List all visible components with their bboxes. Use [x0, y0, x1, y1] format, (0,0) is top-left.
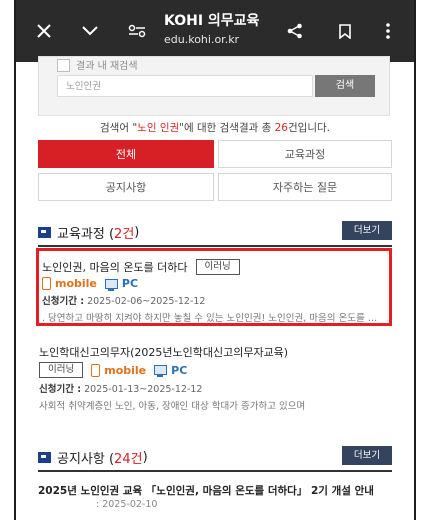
- pc-badge: PC: [104, 277, 139, 291]
- courses-title-text: 교육과정 (: [57, 227, 115, 242]
- courses-title-close: ): [134, 225, 140, 240]
- courses-divider: [38, 245, 392, 247]
- elearning-tag: 이러닝: [39, 362, 84, 378]
- summary-prefix: 검색어 ": [100, 122, 138, 134]
- platform-badges: mobile PC: [42, 277, 389, 291]
- search-input[interactable]: 노인인권: [57, 75, 313, 97]
- pc-label: PC: [121, 277, 139, 290]
- course-desc: 사회적 취약계층인 노인, 아동, 장애인 대상 학대가 증가하고 있으며: [39, 401, 306, 412]
- course-desc: . 당연하고 마땅히 지켜야 하지만 놓칠 수 있는 노인인권! 노인인권, 마…: [42, 313, 386, 324]
- course-title[interactable]: 노인인권, 마음의 온도를 더하다: [42, 259, 188, 275]
- notice-title[interactable]: 2025년 노인인권 교육 「노인인권, 마음의 온도를 더하다」 2기 개설 …: [38, 484, 394, 498]
- url-text[interactable]: edu.kohi.or.kr: [164, 33, 239, 46]
- page-content: 결과 내 재검색 노인인권 검색 검색어 "노인 인권"에 대한 검색결과 총 …: [16, 56, 414, 520]
- tab-notices[interactable]: 공지사항: [38, 173, 214, 201]
- summary-middle: "에 대한 검색결과 총: [179, 122, 275, 134]
- mobile-icon: [42, 277, 51, 290]
- more-menu-icon[interactable]: [380, 17, 396, 45]
- course-period: 신청기간 : 2025-01-13~2025-12-12: [39, 381, 395, 395]
- result-summary: 검색어 "노인 인권"에 대한 검색결과 총 26건입니다.: [16, 120, 414, 135]
- notices-title-close: ): [142, 450, 148, 465]
- course-item[interactable]: 노인인권, 마음의 온도를 더하다 이러닝 mobile PC 신청기간 : 2…: [36, 248, 392, 326]
- period-label: 신청기간 :: [39, 384, 82, 395]
- pc-icon: [104, 278, 118, 291]
- research-within-label: 결과 내 재검색: [76, 61, 138, 72]
- notices-more-button[interactable]: 더보기: [342, 446, 392, 465]
- course-item[interactable]: 노인학대신고의무자(2025년노인학대신고의무자교육) 이러닝 mobile P…: [36, 344, 395, 412]
- courses-count: 2건: [114, 227, 135, 242]
- course-title-row: 노인학대신고의무자(2025년노인학대신고의무자교육): [39, 344, 395, 360]
- chevron-down-icon[interactable]: [80, 17, 100, 45]
- notices-divider: [38, 470, 392, 472]
- pc-label: PC: [171, 363, 188, 377]
- bookmark-icon[interactable]: [334, 17, 356, 45]
- period-value: 2025-01-13~2025-12-12: [81, 384, 203, 395]
- course-period: 신청기간 : 2025-02-06~2025-12-12: [42, 293, 389, 307]
- page-title: KOHI 의무교육: [164, 13, 260, 29]
- tab-all[interactable]: 전체: [38, 140, 214, 168]
- summary-count: 26: [274, 122, 288, 134]
- notices-title-text: 공지사항 (: [57, 452, 115, 467]
- period-value: 2025-02-06~2025-12-12: [84, 296, 206, 307]
- close-icon[interactable]: [34, 17, 54, 45]
- course-title[interactable]: 노인학대신고의무자(2025년노인학대신고의무자교육): [39, 344, 288, 360]
- period-label: 신청기간 :: [42, 296, 85, 307]
- pc-badge: PC: [154, 364, 187, 377]
- notices-section-title: 공지사항 (24건): [38, 448, 148, 467]
- mobile-badge: mobile: [91, 363, 147, 377]
- courses-section-title: 교육과정 (2건): [38, 223, 139, 242]
- share-icon[interactable]: [284, 17, 306, 45]
- pc-icon: [154, 365, 168, 377]
- research-within-checkbox[interactable]: [57, 59, 70, 72]
- site-settings-icon[interactable]: [126, 17, 148, 45]
- mobile-label: mobile: [104, 363, 147, 377]
- courses-more-button[interactable]: 더보기: [342, 221, 392, 240]
- mobile-label: mobile: [55, 277, 97, 290]
- tab-faq[interactable]: 자주하는 질문: [218, 173, 392, 201]
- notices-count: 24건: [114, 452, 143, 467]
- tab-courses[interactable]: 교육과정: [218, 140, 392, 168]
- section-icon: [38, 452, 51, 463]
- mobile-badge: mobile: [42, 277, 97, 290]
- browser-toolbar: KOHI 의무교육 edu.kohi.or.kr: [16, 0, 414, 62]
- phone-screen: KOHI 의무교육 edu.kohi.or.kr 결과 내 재검색 노인인권 검…: [14, 0, 416, 520]
- summary-suffix: 건입니다.: [288, 122, 330, 134]
- course-title-row: 노인인권, 마음의 온도를 더하다 이러닝: [42, 259, 389, 275]
- search-button[interactable]: 검색: [315, 75, 375, 97]
- section-icon: [38, 227, 51, 238]
- elearning-tag: 이러닝: [195, 259, 240, 275]
- summary-keyword: 노인 인권: [137, 122, 180, 134]
- search-panel: 결과 내 재검색 노인인권 검색: [38, 56, 390, 116]
- notice-date: : 2025-02-10: [96, 499, 158, 510]
- mobile-icon: [91, 363, 101, 377]
- platform-badges: 이러닝 mobile PC: [39, 362, 395, 378]
